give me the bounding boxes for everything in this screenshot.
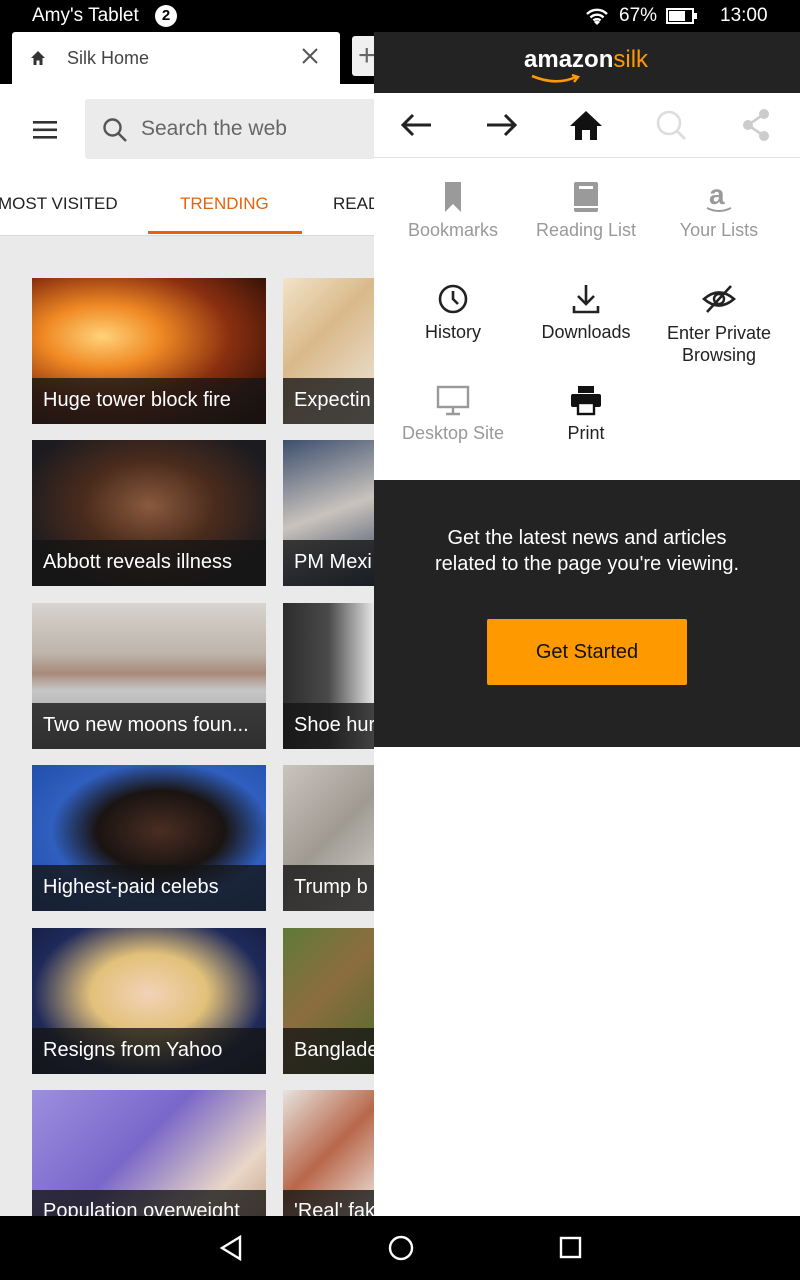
search-placeholder: Search the web xyxy=(141,117,287,140)
notification-badge: 2 xyxy=(155,5,177,27)
news-card[interactable]: Population overweight xyxy=(32,1090,266,1216)
forward-arrow-icon[interactable] xyxy=(481,107,521,143)
amazon-a-icon: a xyxy=(649,179,789,214)
card-caption: Abbott reveals illness xyxy=(32,540,266,586)
bookmark-icon xyxy=(383,180,523,214)
svg-text:a: a xyxy=(709,180,725,210)
desktop-site-button[interactable]: Desktop Site xyxy=(383,383,523,444)
home-icon[interactable] xyxy=(566,107,606,143)
active-tab-indicator xyxy=(148,231,302,234)
card-caption: Highest-paid celebs xyxy=(32,865,266,911)
private-browsing-button[interactable]: Enter Private Browsing xyxy=(649,282,789,366)
back-nav-icon[interactable] xyxy=(218,1234,244,1267)
reading-list-button[interactable]: Reading List xyxy=(516,180,656,241)
printer-icon xyxy=(516,383,656,417)
clock: 13:00 xyxy=(720,5,768,26)
card-caption: PM Mexi xyxy=(283,540,374,586)
card-caption: Resigns from Yahoo xyxy=(32,1028,266,1074)
amazon-smile-icon xyxy=(531,74,581,83)
search-input[interactable]: Search the web xyxy=(85,99,405,159)
hamburger-menu-icon[interactable] xyxy=(33,121,57,144)
card-caption: Shoe hur xyxy=(283,703,374,749)
panel-header: amazonsilk xyxy=(374,32,800,93)
news-card[interactable]: Shoe hur xyxy=(283,603,374,749)
card-caption: Two new moons foun... xyxy=(32,703,266,749)
bookmarks-button[interactable]: Bookmarks xyxy=(383,180,523,241)
card-caption: Trump b xyxy=(283,865,374,911)
get-started-button[interactable]: Get Started xyxy=(487,619,687,685)
home-icon xyxy=(30,50,46,71)
news-card[interactable]: Banglade xyxy=(283,928,374,1074)
tab-title: Silk Home xyxy=(67,48,150,68)
browser-tab[interactable]: Silk Home xyxy=(12,32,340,84)
your-lists-button[interactable]: a Your Lists xyxy=(649,179,789,241)
news-card[interactable]: 'Real' fak xyxy=(283,1090,374,1216)
back-arrow-icon[interactable] xyxy=(397,107,437,143)
card-caption: Huge tower block fire xyxy=(32,378,266,424)
tab-most-visited[interactable]: MOST VISITED xyxy=(0,194,118,214)
monitor-icon xyxy=(383,383,523,417)
card-caption: Expectin xyxy=(283,378,374,424)
search-icon[interactable] xyxy=(651,107,691,143)
system-nav-bar xyxy=(0,1216,800,1280)
silk-menu-panel: amazonsilk Bookmarks Reading List a Your… xyxy=(374,32,800,1216)
print-button[interactable]: Print xyxy=(516,383,656,444)
card-caption: Population overweight xyxy=(32,1190,266,1216)
related-news-promo: Get the latest news and articles related… xyxy=(374,480,800,747)
history-button[interactable]: History xyxy=(383,282,523,343)
news-card[interactable]: Trump b xyxy=(283,765,374,911)
amazon-silk-logo: amazonsilk xyxy=(524,46,649,73)
news-card[interactable]: Abbott reveals illness xyxy=(32,440,266,586)
news-card[interactable]: Resigns from Yahoo xyxy=(32,928,266,1074)
home-nav-icon[interactable] xyxy=(387,1234,415,1267)
navigation-row xyxy=(374,93,800,158)
card-caption: 'Real' fak xyxy=(283,1190,374,1216)
promo-text: Get the latest news and articles related… xyxy=(434,527,739,575)
battery-icon xyxy=(666,8,698,30)
news-card[interactable]: PM Mexi xyxy=(283,440,374,586)
status-bar: Amy's Tablet 2 67% 13:00 xyxy=(0,0,800,32)
clock-icon xyxy=(383,282,523,316)
wifi-icon xyxy=(584,5,610,33)
tab-trending[interactable]: TRENDING xyxy=(180,194,269,214)
news-card[interactable]: Highest-paid celebs xyxy=(32,765,266,911)
battery-percent: 67% xyxy=(619,5,658,26)
download-icon xyxy=(516,282,656,316)
news-card[interactable]: Two new moons foun... xyxy=(32,603,266,749)
book-icon xyxy=(516,180,656,214)
eye-off-icon xyxy=(649,282,789,316)
device-name: Amy's Tablet xyxy=(32,5,139,26)
recents-nav-icon[interactable] xyxy=(558,1234,584,1267)
close-tab-icon[interactable] xyxy=(300,44,320,70)
downloads-button[interactable]: Downloads xyxy=(516,282,656,343)
news-card[interactable]: Expectin xyxy=(283,278,374,424)
search-icon xyxy=(102,117,128,148)
card-caption: Banglade xyxy=(283,1028,374,1074)
share-icon[interactable] xyxy=(736,107,776,143)
news-card[interactable]: Huge tower block fire xyxy=(32,278,266,424)
